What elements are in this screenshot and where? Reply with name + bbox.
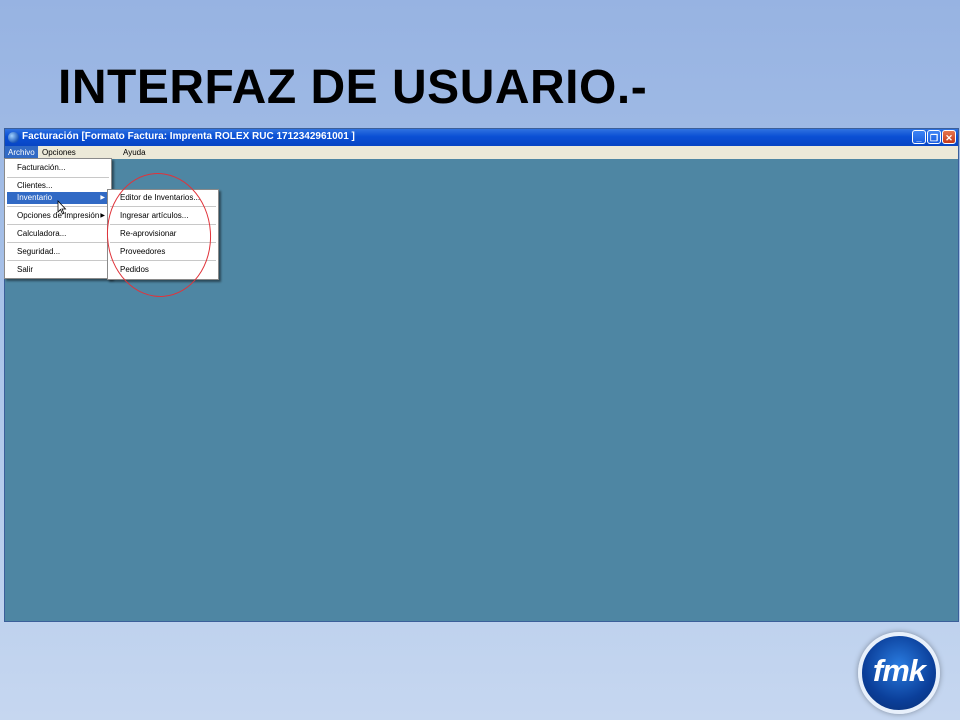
menu-item-re-aprovisionar[interactable]: Re-aprovisionar (110, 228, 216, 240)
menu-item-seguridad[interactable]: Seguridad... (7, 246, 109, 258)
menu-separator (7, 177, 109, 178)
slide-title: INTERFAZ DE USUARIO.- (58, 61, 648, 114)
menu-separator (110, 206, 216, 207)
menu-separator (110, 242, 216, 243)
restore-button[interactable]: ❐ (927, 130, 941, 144)
menu-item-clientes[interactable]: Clientes... (7, 180, 109, 192)
menu-item-calculadora[interactable]: Calculadora... (7, 228, 109, 240)
mouse-cursor-icon (57, 200, 67, 215)
minimize-button[interactable]: _ (912, 130, 926, 144)
menu-separator (7, 260, 109, 261)
app-icon (8, 132, 19, 143)
fmk-logo: fmk (858, 632, 940, 714)
menu-separator (110, 260, 216, 261)
logo-text: fmk (872, 653, 926, 688)
menu-item-ingresar-articulos[interactable]: Ingresar artículos... (110, 210, 216, 222)
submenu-arrow-icon: ▶ (100, 213, 105, 219)
menu-separator (7, 224, 109, 225)
window-title: Facturación [Formato Factura: Imprenta R… (22, 131, 355, 142)
menu-item-facturacion[interactable]: Facturación... (7, 162, 109, 174)
menu-separator (7, 242, 109, 243)
menu-ayuda[interactable]: Ayuda (120, 146, 149, 159)
menu-item-editor-inventarios[interactable]: Editor de Inventarios... (110, 192, 216, 204)
inventario-submenu: Editor de Inventarios... Ingresar artícu… (107, 189, 219, 280)
menu-separator (110, 224, 216, 225)
close-button[interactable]: ✕ (942, 130, 956, 144)
window-titlebar[interactable]: Facturación [Formato Factura: Imprenta R… (5, 129, 958, 146)
menu-item-pedidos[interactable]: Pedidos (110, 264, 216, 276)
archivo-menu: Facturación... Clientes... Inventario ▶ … (4, 158, 112, 279)
submenu-arrow-icon: ▶ (100, 195, 105, 201)
menu-item-salir[interactable]: Salir (7, 264, 109, 276)
menu-item-proveedores[interactable]: Proveedores (110, 246, 216, 258)
menubar: Archivo Opciones Ayuda (5, 146, 958, 159)
